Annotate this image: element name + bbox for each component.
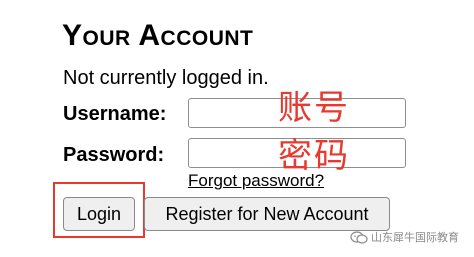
register-button[interactable]: Register for New Account	[144, 197, 390, 231]
watermark-text: 山东犀牛国际教育	[371, 231, 459, 244]
wechat-icon	[350, 230, 368, 244]
page-title: Your Account	[62, 19, 254, 52]
password-annotation: 密码	[278, 136, 350, 176]
watermark: 山东犀牛国际教育	[350, 229, 459, 245]
username-label: Username:	[63, 103, 167, 125]
login-button[interactable]: Login	[63, 197, 135, 231]
login-status: Not currently logged in.	[63, 67, 269, 89]
username-annotation: 账号	[278, 88, 350, 128]
password-label: Password:	[63, 144, 165, 166]
